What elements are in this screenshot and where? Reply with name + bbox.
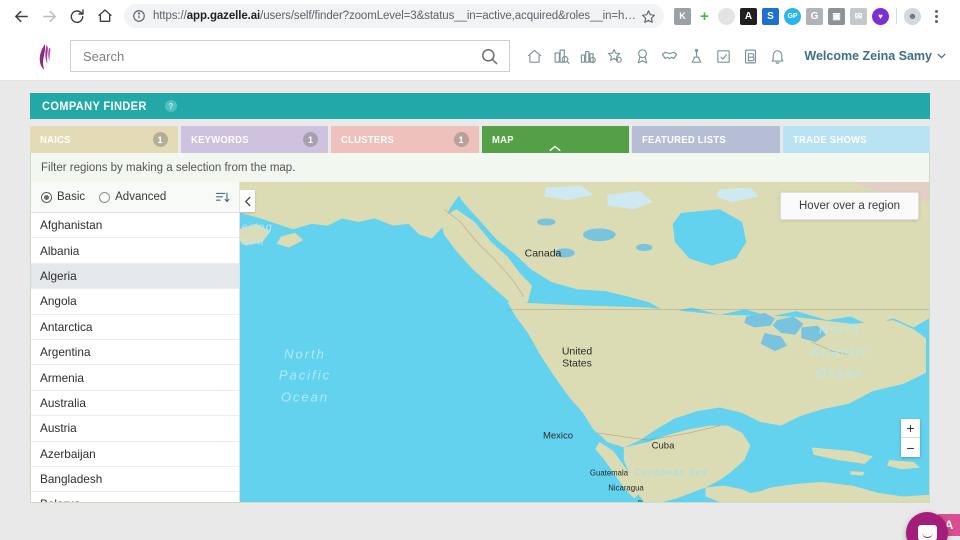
list-item[interactable]: Algeria	[31, 263, 239, 290]
browser-toolbar: https://app.gazelle.ai/users/self/finder…	[0, 0, 960, 32]
list-item[interactable]: Armenia	[31, 365, 239, 391]
tab-label: CLUSTERS	[341, 133, 395, 146]
zoom-in-button[interactable]: +	[901, 419, 920, 438]
list-item[interactable]: Angola	[31, 289, 239, 315]
award-icon[interactable]	[634, 48, 651, 65]
global-search-box[interactable]	[70, 40, 510, 72]
chevron-up-icon	[549, 145, 561, 152]
list-item[interactable]: Bangladesh	[31, 467, 239, 493]
panel-body: Basic Advanced Afghanistan Albania Alger…	[31, 182, 929, 502]
tab-naics[interactable]: NAICS 1	[30, 126, 178, 153]
extension-green-plus[interactable]: +	[696, 8, 713, 25]
list-item[interactable]: Azerbaijan	[31, 442, 239, 467]
app-header: Welcome Zeina Samy	[0, 32, 960, 81]
company-finder-header: COMPANY FINDER ?	[30, 93, 930, 119]
search-icon[interactable]	[480, 47, 499, 66]
star-search-icon[interactable]	[607, 48, 624, 65]
list-item[interactable]: Antarctica	[31, 315, 239, 340]
browser-back-button[interactable]	[8, 3, 34, 29]
browser-forward-button[interactable]	[36, 3, 62, 29]
radio-advanced[interactable]: Advanced	[99, 191, 166, 203]
map-filter-panel: Filter regions by making a selection fro…	[30, 153, 930, 503]
extension-circle[interactable]	[718, 7, 735, 25]
chevron-down-icon	[937, 53, 946, 59]
company-search-icon[interactable]	[553, 48, 571, 65]
tab-map[interactable]: MAP	[481, 126, 629, 153]
toolbar-divider	[896, 8, 897, 24]
world-map[interactable]: Hover over a region + − Canada United Stat…	[240, 182, 929, 502]
help-icon[interactable]: ?	[164, 100, 177, 112]
tab-featured-lists[interactable]: FEATURED LISTS	[632, 126, 780, 153]
checkbox-icon[interactable]	[715, 48, 732, 65]
home-icon[interactable]	[526, 48, 543, 65]
header-nav-icons: Welcome Zeina Samy	[526, 48, 946, 65]
address-bar[interactable]: https://app.gazelle.ai/users/self/finder…	[124, 4, 664, 28]
tab-label: KEYWORDS	[190, 133, 249, 146]
region-list-column: Basic Advanced Afghanistan Albania Alger…	[31, 182, 240, 502]
extension-profile-avatar[interactable]: ☻	[904, 7, 921, 25]
extension-blue-s[interactable]: S	[762, 7, 779, 25]
tab-count-badge: 1	[453, 132, 469, 147]
filter-tabs: NAICS 1 KEYWORDS 1 CLUSTERS 1 MAP FEATUR…	[30, 126, 930, 153]
tab-label: MAP	[491, 133, 514, 146]
list-item[interactable]: Belarus	[31, 492, 239, 502]
radio-basic[interactable]: Basic	[41, 191, 85, 203]
zoom-out-button[interactable]: −	[901, 438, 920, 457]
radio-advanced-label: Advanced	[115, 191, 167, 203]
chat-smile-icon	[917, 524, 937, 540]
search-input[interactable]	[83, 48, 480, 64]
tab-trade-shows[interactable]: TRADE SHOWS	[782, 126, 930, 153]
panel-hint: Filter regions by making a selection fro…	[41, 162, 296, 174]
radio-basic-label: Basic	[57, 191, 86, 203]
tab-clusters[interactable]: CLUSTERS 1	[331, 126, 479, 153]
url-text: https://app.gazelle.ai/users/self/finder…	[153, 10, 637, 22]
tab-keywords[interactable]: KEYWORDS 1	[180, 126, 328, 153]
extension-grey-g[interactable]: G	[806, 7, 823, 25]
country-list[interactable]: Afghanistan Albania Algeria Angola Antar…	[31, 213, 239, 502]
list-item[interactable]: Albania	[31, 238, 239, 264]
tab-label: FEATURED LISTS	[642, 133, 726, 146]
browser-menu-button[interactable]	[928, 9, 944, 23]
radio-basic-dot	[41, 191, 52, 203]
tab-label: TRADE SHOWS	[792, 133, 867, 146]
handshake-icon[interactable]	[661, 48, 678, 65]
map-zoom-controls: + −	[901, 419, 920, 457]
gazelle-logo[interactable]	[32, 41, 58, 71]
browser-reload-button[interactable]	[64, 3, 90, 29]
extension-grey-k[interactable]: K	[674, 7, 691, 25]
gavel-icon[interactable]	[688, 48, 705, 65]
extensions-strip: K + A S GP G ▣ ✉ ♥ ☻	[672, 7, 944, 25]
list-item[interactable]: Afghanistan	[31, 213, 239, 239]
extension-purple-shield[interactable]: ♥	[872, 7, 889, 25]
extension-screenshot[interactable]: ▣	[828, 7, 845, 25]
map-tooltip: Hover over a region	[780, 192, 919, 220]
mode-selector-row: Basic Advanced	[31, 182, 239, 213]
list-item[interactable]: Austria	[31, 416, 239, 442]
bell-icon[interactable]	[769, 48, 786, 65]
extension-cyan-gp[interactable]: GP	[784, 7, 801, 25]
list-item[interactable]: Argentina	[31, 340, 239, 366]
tab-count-badge: 1	[152, 132, 168, 147]
user-menu[interactable]: Welcome Zeina Samy	[804, 49, 946, 63]
report-icon[interactable]	[742, 48, 759, 65]
page-title: COMPANY FINDER	[42, 99, 147, 113]
site-info-icon[interactable]	[132, 9, 146, 23]
tab-label: NAICS	[40, 133, 71, 146]
page-body: COMPANY FINDER ? NAICS 1 KEYWORDS 1 CLUS…	[0, 81, 960, 540]
list-item[interactable]: Australia	[31, 391, 239, 417]
welcome-label: Welcome Zeina Samy	[804, 49, 932, 63]
extension-mail[interactable]: ✉	[850, 7, 867, 25]
tab-count-badge: 1	[303, 132, 318, 147]
market-chart-icon[interactable]	[580, 48, 597, 65]
collapse-panel-button[interactable]	[240, 190, 255, 212]
radio-advanced-dot	[99, 191, 111, 203]
sort-filter-icon[interactable]	[211, 186, 233, 208]
bookmark-star-icon[interactable]	[641, 9, 656, 24]
browser-home-button[interactable]	[92, 3, 118, 29]
extension-dark-a[interactable]: A	[740, 7, 757, 25]
map-canvas[interactable]	[240, 182, 929, 502]
